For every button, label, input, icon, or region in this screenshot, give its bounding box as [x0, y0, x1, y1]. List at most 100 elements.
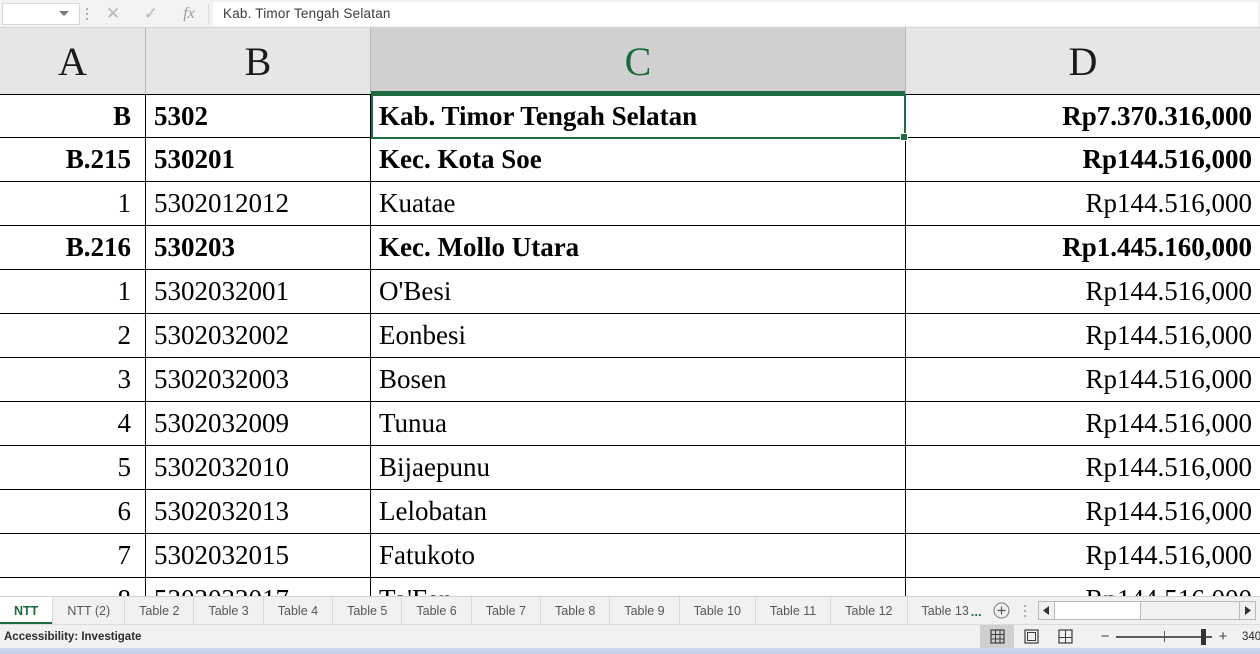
cell-a1[interactable]: B [0, 94, 146, 138]
zoom-out-button[interactable]: − [1094, 628, 1116, 645]
cell-c9[interactable]: Bijaepunu [371, 446, 906, 490]
zoom-slider-handle[interactable] [1201, 628, 1206, 645]
column-header-c[interactable]: C [371, 28, 906, 94]
cell-a2[interactable]: B.215 [0, 138, 146, 182]
table-row[interactable]: B 5302 Kab. Timor Tengah Selatan Rp7.370… [0, 94, 1260, 138]
cell-c1[interactable]: Kab. Timor Tengah Selatan [371, 94, 906, 138]
sheet-tab-table-11[interactable]: Table 11 [756, 597, 832, 624]
cell-b10[interactable]: 5302032013 [146, 490, 371, 534]
cell-d8[interactable]: Rp144.516,000 [906, 402, 1260, 446]
cell-b8[interactable]: 5302032009 [146, 402, 371, 446]
cell-a6[interactable]: 2 [0, 314, 146, 358]
zoom-slider[interactable] [1116, 628, 1212, 645]
plus-circle-icon[interactable] [988, 597, 1016, 624]
cell-b11[interactable]: 5302032015 [146, 534, 371, 578]
cell-d3[interactable]: Rp144.516,000 [906, 182, 1260, 226]
cell-b5[interactable]: 5302032001 [146, 270, 371, 314]
accessibility-status[interactable]: Accessibility: Investigate [0, 631, 141, 643]
cell-c4[interactable]: Kec. Mollo Utara [371, 226, 906, 270]
cancel-icon[interactable]: ✕ [94, 1, 132, 27]
formula-input[interactable]: Kab. Timor Tengah Selatan [213, 1, 1258, 26]
sheet-tab-overflow[interactable]: ... [969, 597, 988, 624]
sheet-tab-table-3[interactable]: Table 3 [194, 597, 264, 624]
table-row[interactable]: 3 5302032003 Bosen Rp144.516,000 [0, 358, 1260, 402]
table-row[interactable]: 7 5302032015 Fatukoto Rp144.516,000 [0, 534, 1260, 578]
cell-d4[interactable]: Rp1.445.160,000 [906, 226, 1260, 270]
cell-a8[interactable]: 4 [0, 402, 146, 446]
cell-a4[interactable]: B.216 [0, 226, 146, 270]
table-row[interactable]: 5 5302032010 Bijaepunu Rp144.516,000 [0, 446, 1260, 490]
cell-a7[interactable]: 3 [0, 358, 146, 402]
sheet-tab-table-4[interactable]: Table 4 [264, 597, 334, 624]
zoom-percent-label[interactable]: 340% [1234, 631, 1260, 643]
table-row[interactable]: 1 5302032001 O'Besi Rp144.516,000 [0, 270, 1260, 314]
sheet-tab-table-5[interactable]: Table 5 [333, 597, 403, 624]
cell-d11[interactable]: Rp144.516,000 [906, 534, 1260, 578]
cell-d6[interactable]: Rp144.516,000 [906, 314, 1260, 358]
cell-d9[interactable]: Rp144.516,000 [906, 446, 1260, 490]
cell-grid[interactable]: B 5302 Kab. Timor Tengah Selatan Rp7.370… [0, 94, 1260, 596]
table-row[interactable]: 4 5302032009 Tunua Rp144.516,000 [0, 402, 1260, 446]
cell-b2[interactable]: 530201 [146, 138, 371, 182]
zoom-control[interactable]: − + 340% [1082, 628, 1260, 645]
scrollbar-track[interactable] [1140, 602, 1239, 619]
cell-b1[interactable]: 5302 [146, 94, 371, 138]
scroll-right-icon[interactable] [1239, 602, 1255, 619]
cell-c3[interactable]: Kuatae [371, 182, 906, 226]
sheet-tab-table-12[interactable]: Table 12 [831, 597, 908, 624]
cell-c8[interactable]: Tunua [371, 402, 906, 446]
normal-view-icon[interactable] [980, 624, 1014, 649]
cell-d12[interactable]: Rp144.516,000 [906, 578, 1260, 596]
chevron-down-icon[interactable] [59, 11, 69, 16]
cell-d10[interactable]: Rp144.516,000 [906, 490, 1260, 534]
cell-a9[interactable]: 5 [0, 446, 146, 490]
table-row[interactable]: 2 5302032002 Eonbesi Rp144.516,000 [0, 314, 1260, 358]
cell-c5[interactable]: O'Besi [371, 270, 906, 314]
cell-a5[interactable]: 1 [0, 270, 146, 314]
cell-c7[interactable]: Bosen [371, 358, 906, 402]
cell-b4[interactable]: 530203 [146, 226, 371, 270]
sheet-tab-table-9[interactable]: Table 9 [610, 597, 680, 624]
name-box[interactable] [2, 2, 80, 25]
cell-c12[interactable]: To'Fen [371, 578, 906, 596]
sheet-tab-table-10[interactable]: Table 10 [680, 597, 756, 624]
column-header-b[interactable]: B [146, 28, 371, 94]
table-row[interactable]: 6 5302032013 Lelobatan Rp144.516,000 [0, 490, 1260, 534]
sheet-tab-table-7[interactable]: Table 7 [472, 597, 542, 624]
cell-b6[interactable]: 5302032002 [146, 314, 371, 358]
page-break-view-icon[interactable] [1048, 625, 1082, 649]
cell-b3[interactable]: 5302012012 [146, 182, 371, 226]
scrollbar-thumb[interactable] [1054, 602, 1141, 619]
sheet-tab-ntt[interactable]: NTT [0, 597, 54, 624]
horizontal-scrollbar[interactable] [1037, 601, 1256, 620]
page-layout-view-icon[interactable] [1014, 625, 1048, 649]
table-row[interactable]: B.216 530203 Kec. Mollo Utara Rp1.445.16… [0, 226, 1260, 270]
cell-c2[interactable]: Kec. Kota Soe [371, 138, 906, 182]
cell-b7[interactable]: 5302032003 [146, 358, 371, 402]
cell-d2[interactable]: Rp144.516,000 [906, 138, 1260, 182]
cell-c6[interactable]: Eonbesi [371, 314, 906, 358]
sheet-tab-table-8[interactable]: Table 8 [541, 597, 611, 624]
sheet-tab-table-13[interactable]: Table 13 [908, 597, 969, 624]
cell-a11[interactable]: 7 [0, 534, 146, 578]
cell-c10[interactable]: Lelobatan [371, 490, 906, 534]
column-header-a[interactable]: A [0, 28, 146, 94]
fill-handle[interactable] [900, 133, 908, 141]
table-row[interactable]: 1 5302012012 Kuatae Rp144.516,000 [0, 182, 1260, 226]
cell-a10[interactable]: 6 [0, 490, 146, 534]
cell-d1[interactable]: Rp7.370.316,000 [906, 94, 1260, 138]
cell-d5[interactable]: Rp144.516,000 [906, 270, 1260, 314]
fx-icon[interactable]: fx [170, 1, 208, 27]
sheet-tab-table-6[interactable]: Table 6 [402, 597, 472, 624]
cell-c11[interactable]: Fatukoto [371, 534, 906, 578]
scroll-left-icon[interactable] [1038, 602, 1055, 619]
table-row[interactable]: 8 5302032017 To'Fen Rp144.516,000 [0, 578, 1260, 596]
cell-d7[interactable]: Rp144.516,000 [906, 358, 1260, 402]
cell-b12[interactable]: 5302032017 [146, 578, 371, 596]
cell-a12[interactable]: 8 [0, 578, 146, 596]
column-header-d[interactable]: D [906, 28, 1260, 94]
sheet-tab-table-2[interactable]: Table 2 [125, 597, 195, 624]
cell-a3[interactable]: 1 [0, 182, 146, 226]
sheet-tab-ntt-2[interactable]: NTT (2) [53, 597, 126, 624]
cell-b9[interactable]: 5302032010 [146, 446, 371, 490]
